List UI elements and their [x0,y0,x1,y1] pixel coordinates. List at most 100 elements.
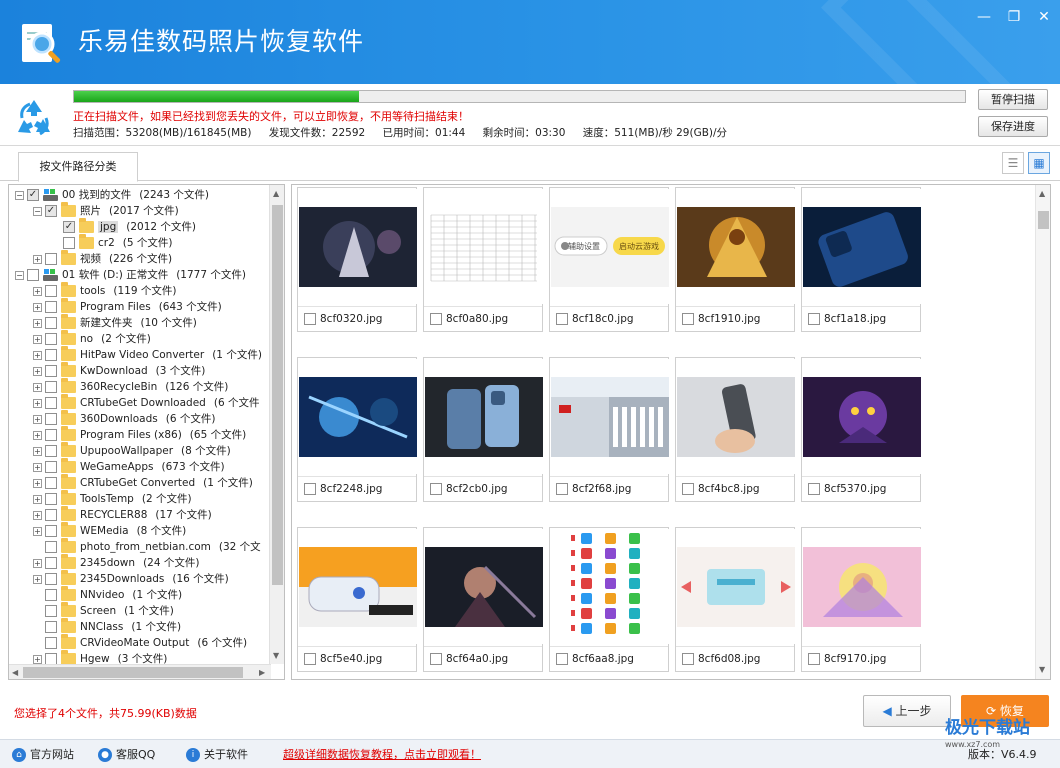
tree-node[interactable]: + tools (119 个文件) [33,282,176,299]
tree-checkbox[interactable] [45,397,57,409]
tree-node[interactable]: +2345down (24 个文件) [33,554,199,571]
tree-checkbox[interactable] [45,445,57,457]
expand-icon[interactable]: + [33,318,42,328]
thumbnail-image[interactable] [299,189,417,304]
thumbnail-checkbox[interactable] [304,653,316,665]
tree-checkbox[interactable] [45,365,57,377]
thumbnail-image[interactable] [803,189,921,304]
scroll-right-icon[interactable]: ▶ [259,668,265,677]
tree-node[interactable]: NNvideo (1 个文件) [33,586,182,603]
thumbnail-card[interactable]: 8cf2248.jpg [297,357,417,502]
thumbnail-card[interactable]: 辅助设置 启动云游戏 8cf18c0.jpg [549,187,669,332]
tree-scroll-thumb[interactable] [272,205,283,585]
tree-vertical-scrollbar[interactable]: ▲ ▼ [269,185,284,664]
tree-node[interactable]: cr2 (5 个文件) [51,234,173,251]
about-link[interactable]: i 关于软件 [186,746,248,762]
expand-icon[interactable]: + [33,654,42,664]
tree-node[interactable]: + Program Files (643 个文件) [33,298,222,315]
tree-checkbox[interactable] [45,637,57,649]
grid-vertical-scrollbar[interactable]: ▲ ▼ [1035,185,1050,679]
tree-checkbox[interactable] [45,525,57,537]
tree-checkbox[interactable] [45,461,57,473]
tree-checkbox[interactable] [45,541,57,553]
thumbnail-image[interactable] [299,359,417,474]
pause-scan-button[interactable]: 暂停扫描 [978,89,1048,110]
expand-icon[interactable]: + [33,494,42,504]
tree-node[interactable]: + CRTubeGet Downloaded (6 个文件 [33,394,259,411]
expand-icon[interactable]: + [33,334,42,344]
thumbnail-checkbox[interactable] [808,313,820,325]
thumbnail-card[interactable]: 8cf64a0.jpg [423,527,543,672]
tab-by-path[interactable]: 按文件路径分类 [18,152,138,182]
thumbnail-checkbox[interactable] [430,313,442,325]
thumbnail-image[interactable] [425,529,543,644]
expand-icon[interactable]: + [33,558,42,568]
expand-icon[interactable]: + [33,350,42,360]
tree-node[interactable]: − ✓ 照片 (2017 个文件) [33,202,179,219]
expand-icon[interactable]: + [33,414,42,424]
close-icon[interactable]: ✕ [1034,8,1054,26]
expand-icon[interactable]: + [33,302,42,312]
thumbnail-image[interactable] [803,359,921,474]
scroll-down-icon[interactable]: ▼ [1039,665,1045,674]
thumbnail-image[interactable] [677,529,795,644]
thumbnail-checkbox[interactable] [682,313,694,325]
collapse-icon[interactable]: − [15,270,24,280]
save-progress-button[interactable]: 保存进度 [978,116,1048,137]
thumbnail-checkbox[interactable] [682,483,694,495]
thumbnail-image[interactable] [677,189,795,304]
tree-checkbox[interactable] [45,509,57,521]
tree-checkbox[interactable] [45,429,57,441]
thumbnail-card[interactable]: 8cf0320.jpg [297,187,417,332]
tree-checkbox[interactable] [45,413,57,425]
scroll-left-icon[interactable]: ◀ [12,668,18,677]
tree-node[interactable]: +360RecycleBin (126 个文件) [33,378,228,395]
thumbnail-card[interactable]: 8cf6aa8.jpg [549,527,669,672]
tree-node[interactable]: + RECYCLER88 (17 个文件) [33,506,212,523]
tree-node[interactable]: + UpupooWallpaper (8 个文件) [33,442,231,459]
tree-checkbox[interactable] [45,301,57,313]
maximize-icon[interactable]: ❐ [1004,8,1024,26]
thumbnail-card[interactable]: 8cf2f68.jpg [549,357,669,502]
thumbnail-checkbox[interactable] [808,483,820,495]
tree-checkbox[interactable] [45,477,57,489]
thumbnail-card[interactable]: 8cf2cb0.jpg [423,357,543,502]
thumbnail-card[interactable]: 8cf5370.jpg [801,357,921,502]
thumbnail-checkbox[interactable] [808,653,820,665]
tree-node[interactable]: + CRTubeGet Converted (1 个文件) [33,474,253,491]
tree-node[interactable]: +2345Downloads (16 个文件) [33,570,229,587]
tree-checkbox[interactable] [45,253,57,265]
tree-checkbox[interactable] [27,269,39,281]
tree-checkbox[interactable] [45,317,57,329]
tree-node[interactable]: photo_from_netbian.com (32 个文 [33,538,261,555]
tree-checkbox[interactable] [63,237,75,249]
tree-node[interactable]: + WEMedia (8 个文件) [33,522,186,539]
thumbnail-image[interactable] [803,529,921,644]
expand-icon[interactable]: + [33,478,42,488]
expand-icon[interactable]: + [33,574,42,584]
thumbnail-checkbox[interactable] [556,313,568,325]
tree-node[interactable]: − 01 软件 (D:) 正常文件 (1777 个文件) [15,267,246,283]
thumbnail-checkbox[interactable] [556,653,568,665]
expand-icon[interactable]: + [33,382,42,392]
expand-icon[interactable]: + [33,398,42,408]
tree-node[interactable]: + 新建文件夹 (10 个文件) [33,314,197,331]
thumbnail-checkbox[interactable] [304,313,316,325]
thumbnail-checkbox[interactable] [430,653,442,665]
thumbnail-checkbox[interactable] [682,653,694,665]
tutorial-link[interactable]: 超级详细数据恢复教程，点击立即观看！ [283,746,481,762]
tree-node[interactable]: CRVideoMate Output (6 个文件) [33,634,247,651]
thumbnail-image[interactable] [551,529,669,644]
tree-checkbox[interactable]: ✓ [63,221,75,233]
scroll-up-icon[interactable]: ▲ [273,189,279,198]
tree-node[interactable]: + HitPaw Video Converter (1 个文件) [33,346,262,363]
scroll-down-icon[interactable]: ▼ [273,651,279,660]
tree-horizontal-scrollbar[interactable]: ◀ ▶ [9,664,271,679]
tree-node[interactable]: + 视频 (226 个文件) [33,250,172,267]
website-link[interactable]: ⌂ 官方网站 [12,746,74,762]
expand-icon[interactable]: + [33,254,42,264]
thumbnail-card[interactable]: 8cf4bc8.jpg [675,357,795,502]
tree-node[interactable]: + ToolsTemp (2 个文件) [33,490,192,507]
thumbnail-card[interactable]: 8cf9170.jpg [801,527,921,672]
tree-node[interactable]: Screen (1 个文件) [33,602,174,619]
